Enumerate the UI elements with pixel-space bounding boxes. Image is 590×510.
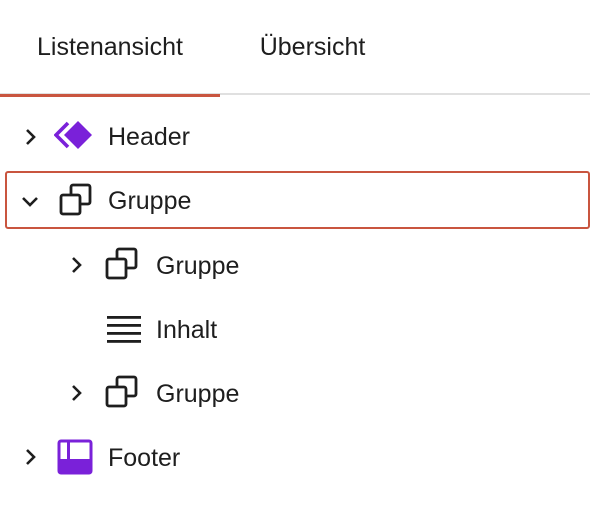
template-part-footer-icon: [57, 439, 93, 475]
tab-label: Übersicht: [259, 33, 366, 61]
chevron-down-icon[interactable]: [19, 190, 41, 212]
template-part-header-icon: [54, 121, 92, 149]
tab-listenansicht[interactable]: Listenansicht: [0, 0, 220, 97]
group-icon: [59, 183, 92, 216]
tree-item-footer[interactable]: Footer: [6, 429, 590, 485]
tree-item-label: Header: [108, 123, 190, 151]
tree-item-label: Gruppe: [156, 252, 240, 280]
chevron-right-icon[interactable]: [65, 254, 87, 276]
post-content-icon: [107, 316, 141, 343]
tree-item-group[interactable]: Gruppe: [6, 237, 590, 293]
tab-uebersicht[interactable]: Übersicht: [220, 0, 405, 95]
chevron-right-icon[interactable]: [65, 382, 87, 404]
group-icon: [105, 375, 138, 408]
tree-item-group[interactable]: Gruppe: [6, 365, 590, 421]
tree-item-label: Footer: [108, 444, 181, 472]
tree-item-label: Gruppe: [108, 187, 192, 215]
group-icon: [105, 247, 138, 280]
chevron-right-icon[interactable]: [19, 446, 41, 468]
tree-item-label: Gruppe: [156, 380, 240, 408]
tab-label: Listenansicht: [37, 33, 183, 61]
tree-item-content[interactable]: Inhalt: [6, 301, 590, 357]
tab-bar: Listenansicht Übersicht: [0, 0, 590, 97]
tree-item-header[interactable]: Header: [6, 109, 590, 165]
chevron-right-icon[interactable]: [19, 126, 41, 148]
tree-item-label: Inhalt: [156, 316, 218, 344]
tree-item-group-selected[interactable]: Gruppe: [5, 171, 590, 229]
